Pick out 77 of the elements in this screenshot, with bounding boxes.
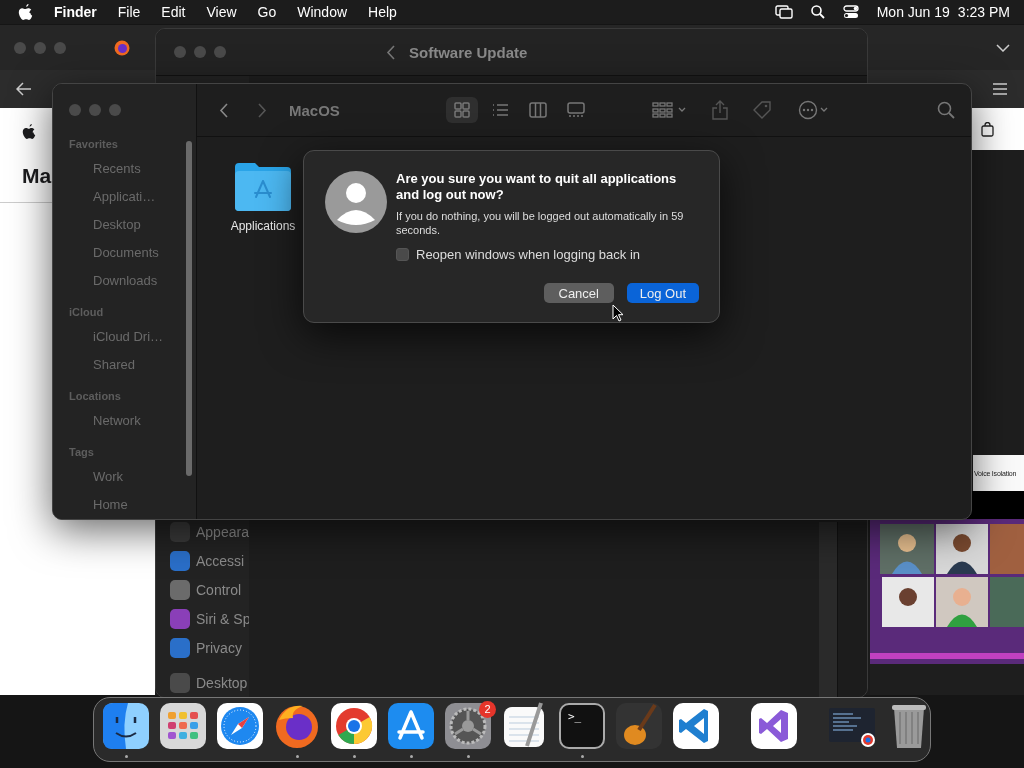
notification-badge: 2	[479, 700, 496, 718]
settings-icon[interactable]	[444, 701, 492, 750]
sidebar-item[interactable]: Network	[69, 406, 196, 434]
page-heading: Ma	[22, 164, 52, 188]
dialog-message: If you do nothing, you will be logged out automatically in 59 seconds.	[396, 209, 685, 237]
sidebar-heading: Locations	[69, 389, 122, 404]
sidebar-item[interactable]: Downloads	[69, 266, 196, 294]
face-split-icon[interactable]	[102, 701, 150, 750]
menu-item[interactable]: Finder	[54, 4, 97, 20]
sidebar-item[interactable]: Recents	[69, 154, 196, 182]
sidebar-item[interactable]: Documents	[69, 238, 196, 266]
shopping-bag-icon[interactable]	[981, 121, 994, 137]
back-chevron-icon[interactable]	[386, 44, 395, 60]
menu-item[interactable]: Window	[297, 4, 348, 20]
menu-bar-date[interactable]: Mon Jun 19	[876, 4, 950, 20]
search-icon[interactable]	[810, 5, 825, 19]
color-ring-icon[interactable]	[330, 701, 378, 750]
settings-pane-icon	[170, 608, 190, 629]
sidebar-item[interactable]: Desktop	[196, 674, 248, 691]
settings-pane-icon	[170, 550, 190, 571]
apple-logo-icon[interactable]	[18, 3, 33, 21]
sidebar-heading: Favorites	[69, 137, 119, 152]
window-title: MacOS	[289, 101, 340, 119]
user-avatar-icon	[325, 171, 387, 233]
fox-globe-icon[interactable]	[114, 39, 130, 56]
app-store-icon[interactable]	[387, 701, 435, 750]
settings-pane-icon	[170, 579, 190, 600]
menu-item[interactable]: Go	[257, 4, 277, 20]
code-editor-icon[interactable]	[672, 701, 720, 750]
apple-logo-icon[interactable]	[22, 124, 36, 140]
sidebar-item[interactable]: Accessi	[196, 552, 245, 569]
menu-bar-time[interactable]: 3:23 PM	[957, 4, 1010, 20]
cancel-button[interactable]: Cancel	[543, 283, 614, 303]
sidebar-item[interactable]: Siri & Sp	[196, 610, 249, 627]
icons-view-icon	[452, 100, 473, 120]
terminal-prompt: >_	[568, 709, 582, 723]
menu-item[interactable]: File	[117, 4, 141, 20]
chevron-down-icon[interactable]	[996, 43, 1010, 52]
ribbon-logo-icon[interactable]	[750, 701, 798, 750]
screen-mirroring-icon[interactable]	[774, 5, 793, 19]
sidebar-item[interactable]: Work	[69, 462, 196, 490]
terminal-icon[interactable]	[558, 701, 606, 750]
settings-pane-icon	[170, 521, 190, 542]
sidebar-item[interactable]: iCloud Dri…	[69, 322, 196, 350]
scrollbar-thumb[interactable]	[186, 141, 192, 476]
menu-item[interactable]: View	[206, 4, 237, 20]
scrollbar-track[interactable]	[819, 522, 837, 697]
sidebar-item[interactable]: Applicati…	[69, 182, 196, 210]
sidebar-item[interactable]: Desktop	[69, 210, 196, 238]
sidebar-item[interactable]: Shared	[69, 350, 196, 378]
pointer-cursor-icon	[612, 304, 624, 322]
guitar-icon[interactable]	[615, 701, 663, 750]
settings-pane-icon	[170, 637, 190, 658]
sidebar-item[interactable]: Privacy	[196, 639, 242, 656]
dialog-title: Are you sure you want to quit all applications and log out now?	[396, 171, 678, 203]
sidebar-item[interactable]: Appeara	[196, 523, 249, 540]
window-title: Software Update	[409, 43, 528, 61]
sidebar-item[interactable]: Control	[196, 581, 242, 598]
log-out-button[interactable]: Log Out	[626, 283, 699, 303]
file-name[interactable]: Applications	[230, 219, 296, 233]
settings-pane-icon	[170, 672, 190, 693]
menu-item[interactable]: Edit	[161, 4, 186, 20]
menu-icon[interactable]	[992, 83, 1008, 95]
columns-view-icon	[528, 100, 549, 120]
gallery-view-icon	[566, 100, 587, 120]
back-arrow-icon[interactable]	[16, 82, 32, 96]
app-grid-icon[interactable]	[159, 701, 207, 750]
control-center-icon[interactable]	[842, 5, 859, 19]
sidebar-item[interactable]: Home	[69, 490, 196, 518]
sidebar-heading: Tags	[69, 445, 95, 460]
back-chevron-icon[interactable]	[219, 102, 228, 118]
checkbox-label[interactable]: Reopen windows when logging back in	[416, 247, 641, 262]
view-mode-button[interactable]	[446, 97, 479, 123]
menu-item[interactable]: Help	[368, 4, 397, 20]
sidebar-heading: iCloud	[69, 305, 105, 320]
compass-icon[interactable]	[216, 701, 264, 750]
checkbox[interactable]	[396, 248, 409, 261]
